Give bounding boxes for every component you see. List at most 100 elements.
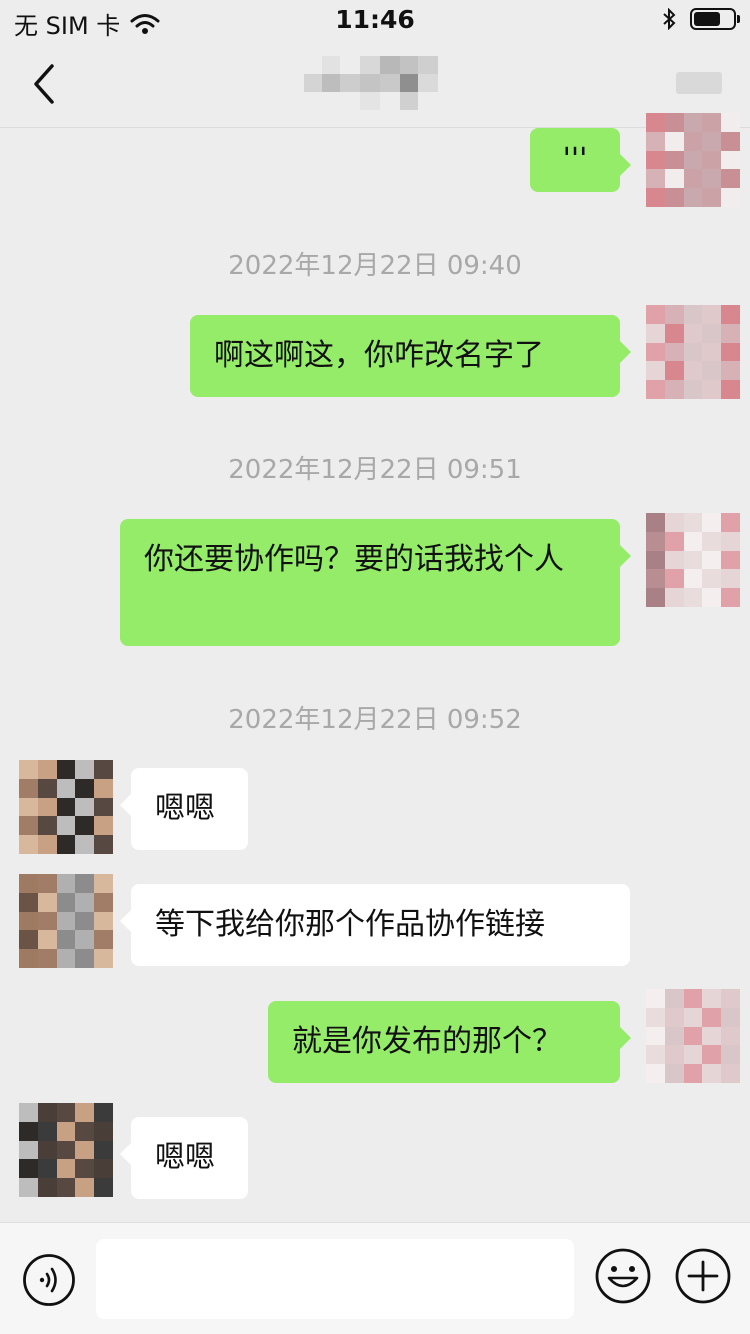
- avatar-pixel: [646, 361, 665, 381]
- message-timestamp: 2022年12月22日 09:52: [228, 705, 522, 735]
- my-avatar[interactable]: [646, 513, 740, 607]
- avatar-pixel: [702, 513, 722, 532]
- avatar-pixel: [19, 1140, 38, 1160]
- avatar-pixel: [683, 342, 703, 362]
- avatar-pixel: [721, 323, 740, 343]
- avatar-pixel: [646, 150, 665, 170]
- avatar-pixel: [94, 816, 113, 836]
- avatar-pixel: [664, 169, 684, 189]
- avatar-pixel: [664, 588, 684, 607]
- emoji-icon[interactable]: [594, 1247, 652, 1305]
- avatar-pixel: [37, 760, 57, 779]
- avatar-pixel: [702, 169, 722, 189]
- avatar-pixel: [56, 1159, 76, 1179]
- avatar-pixel: [94, 874, 113, 893]
- avatar-pixel: [646, 188, 665, 207]
- avatar-pixel: [75, 949, 95, 968]
- avatar-pixel: [721, 531, 740, 551]
- avatar-pixel: [94, 892, 113, 912]
- message-input[interactable]: [96, 1239, 574, 1319]
- avatar-pixel: [646, 113, 665, 132]
- avatar-pixel: [75, 1178, 95, 1197]
- avatar-pixel: [683, 113, 703, 132]
- avatar-pixel: [94, 1159, 113, 1179]
- contact-avatar[interactable]: [19, 1103, 113, 1197]
- status-right: [662, 8, 740, 30]
- message-text: 就是你发布的那个？: [292, 1024, 562, 1059]
- avatar-pixel: [19, 930, 38, 950]
- avatar-pixel: [664, 305, 684, 324]
- avatar-pixel: [56, 1121, 76, 1141]
- my-avatar[interactable]: [646, 989, 740, 1083]
- avatar-pixel: [56, 1178, 76, 1197]
- avatar-pixel: [702, 361, 722, 381]
- avatar-pixel: [646, 550, 665, 570]
- avatar-pixel: [683, 531, 703, 551]
- avatar-pixel: [646, 569, 665, 589]
- avatar-pixel: [683, 550, 703, 570]
- avatar-pixel: [683, 989, 703, 1008]
- avatar-pixel: [56, 835, 76, 854]
- avatar-pixel: [702, 323, 722, 343]
- avatar-pixel: [721, 150, 740, 170]
- message-bubble-sent[interactable]: ''': [530, 128, 631, 192]
- avatar-pixel: [683, 131, 703, 151]
- my-avatar[interactable]: [646, 113, 740, 207]
- avatar-pixel: [664, 361, 684, 381]
- avatar-pixel: [19, 816, 38, 836]
- avatar-pixel: [94, 797, 113, 817]
- message-bubble-sent[interactable]: 就是你发布的那个？: [268, 1001, 631, 1083]
- chevron-left-icon[interactable]: [28, 62, 68, 106]
- avatar-pixel: [683, 1026, 703, 1046]
- avatar-pixel: [721, 305, 740, 324]
- contact-avatar[interactable]: [19, 760, 113, 854]
- avatar-pixel: [37, 816, 57, 836]
- avatar-pixel: [664, 1064, 684, 1083]
- message-bubble-received[interactable]: 嗯嗯: [120, 768, 248, 850]
- avatar-pixel: [702, 188, 722, 207]
- avatar-pixel: [683, 150, 703, 170]
- voice-icon[interactable]: [22, 1253, 76, 1307]
- avatar-pixel: [702, 1045, 722, 1065]
- avatar-pixel: [19, 1103, 38, 1122]
- avatar-pixel: [702, 550, 722, 570]
- avatar-pixel: [37, 1140, 57, 1160]
- avatar-pixel: [702, 131, 722, 151]
- avatar-pixel: [646, 588, 665, 607]
- contact-avatar[interactable]: [19, 874, 113, 968]
- more-icon[interactable]: [676, 72, 722, 94]
- avatar-pixel: [683, 169, 703, 189]
- message-text: 嗯嗯: [155, 1140, 215, 1175]
- avatar-pixel: [56, 949, 76, 968]
- avatar-pixel: [646, 380, 665, 399]
- message-bubble-sent[interactable]: 你还要协作吗？要的话我找个人: [120, 519, 631, 646]
- message-timestamp: 2022年12月22日 09:40: [228, 251, 522, 281]
- avatar-pixel: [646, 1026, 665, 1046]
- avatar-pixel: [19, 835, 38, 854]
- avatar-pixel: [683, 323, 703, 343]
- avatar-pixel: [94, 949, 113, 968]
- avatar-pixel: [721, 342, 740, 362]
- message-text: 啊这啊这，你咋改名字了: [214, 338, 544, 373]
- message-bubble-received[interactable]: 嗯嗯: [120, 1117, 248, 1199]
- avatar-pixel: [664, 1026, 684, 1046]
- message-bubble-sent[interactable]: 啊这啊这，你咋改名字了: [190, 315, 631, 397]
- avatar-pixel: [19, 949, 38, 968]
- avatar-pixel: [37, 1159, 57, 1179]
- avatar-pixel: [683, 588, 703, 607]
- avatar-pixel: [19, 778, 38, 798]
- avatar-pixel: [646, 131, 665, 151]
- avatar-pixel: [683, 380, 703, 399]
- avatar-pixel: [683, 188, 703, 207]
- avatar-pixel: [664, 531, 684, 551]
- avatar-pixel: [702, 113, 722, 132]
- my-avatar[interactable]: [646, 305, 740, 399]
- avatar-pixel: [721, 989, 740, 1008]
- avatar-pixel: [94, 778, 113, 798]
- avatar-pixel: [75, 1140, 95, 1160]
- plus-icon[interactable]: [674, 1247, 732, 1305]
- avatar-pixel: [702, 342, 722, 362]
- battery-level: [694, 12, 721, 26]
- avatar-pixel: [75, 1121, 95, 1141]
- message-bubble-received[interactable]: 等下我给你那个作品协作链接: [120, 884, 630, 966]
